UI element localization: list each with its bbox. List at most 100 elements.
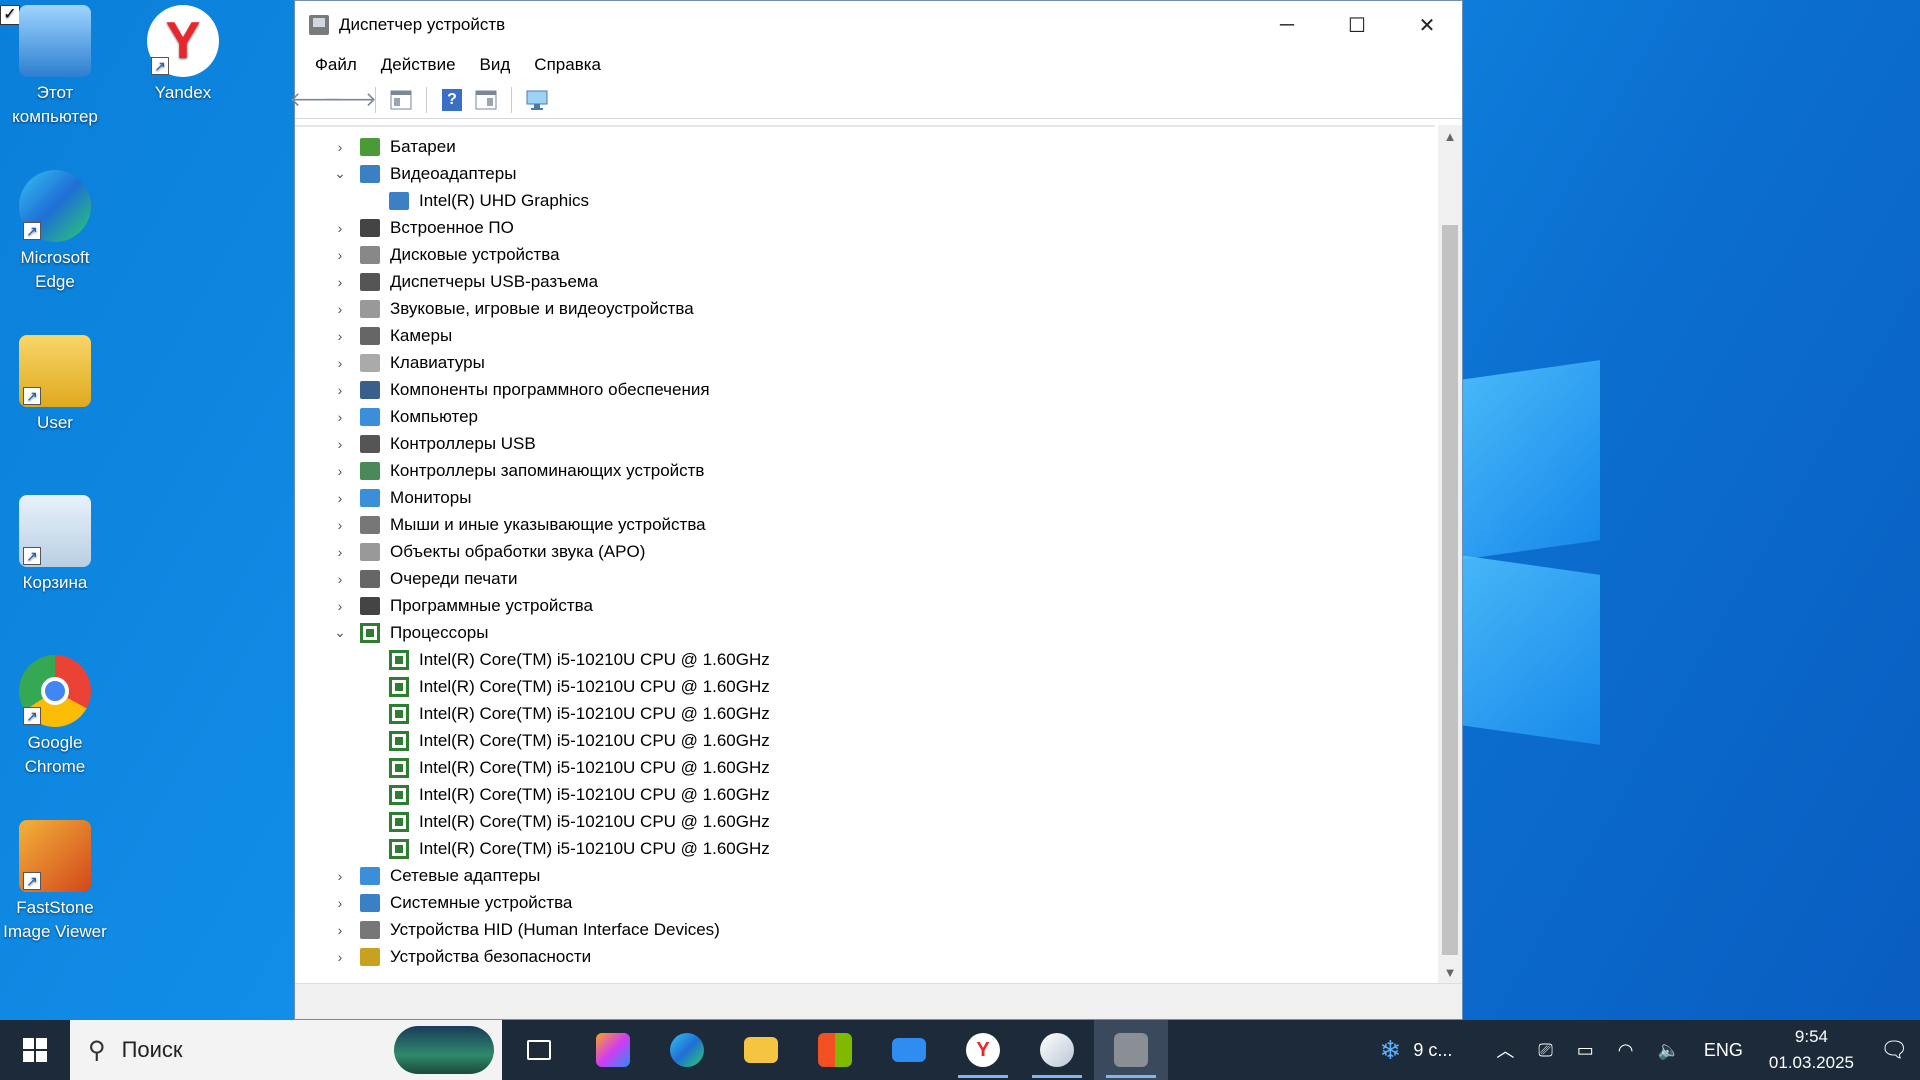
language-indicator[interactable]: ENG bbox=[1692, 1040, 1755, 1061]
expand-chevron-icon[interactable]: › bbox=[330, 328, 350, 344]
maximize-button[interactable]: ☐ bbox=[1322, 1, 1392, 49]
minimize-button[interactable]: ─ bbox=[1252, 1, 1322, 49]
taskbar-edge[interactable] bbox=[650, 1020, 724, 1080]
tree-category[interactable]: › Компоненты программного обеспечения bbox=[295, 376, 1435, 403]
battery-icon[interactable]: ▭ bbox=[1565, 1040, 1606, 1061]
expand-chevron-icon[interactable]: › bbox=[330, 868, 350, 884]
tree-device-item[interactable]: Intel(R) Core(TM) i5-10210U CPU @ 1.60GH… bbox=[295, 700, 1435, 727]
tree-category[interactable]: › Звуковые, игровые и видеоустройства bbox=[295, 295, 1435, 322]
desktop-icon[interactable]: ↗ Microsoft Edge bbox=[0, 170, 110, 294]
collapse-chevron-icon[interactable]: ⌄ bbox=[330, 165, 350, 182]
desktop-icon[interactable]: ✓ Этот компьютер bbox=[0, 5, 110, 129]
menu-view[interactable]: Вид bbox=[468, 55, 523, 75]
scroll-down-arrow[interactable]: ▼ bbox=[1438, 961, 1462, 985]
tree-category[interactable]: › Контроллеры запоминающих устройств bbox=[295, 457, 1435, 484]
expand-chevron-icon[interactable]: › bbox=[330, 490, 350, 506]
tree-category[interactable]: ⌄ Видеоадаптеры bbox=[295, 160, 1435, 187]
desktop-icon[interactable]: ↗ User bbox=[0, 335, 110, 435]
taskbar-device-manager[interactable] bbox=[1094, 1020, 1168, 1080]
taskbar-paint[interactable] bbox=[1020, 1020, 1094, 1080]
tree-device-item[interactable]: Intel(R) Core(TM) i5-10210U CPU @ 1.60GH… bbox=[295, 808, 1435, 835]
expand-chevron-icon[interactable]: › bbox=[330, 220, 350, 236]
show-hidden-icons-chevron-icon[interactable]: ︿ bbox=[1484, 1037, 1526, 1063]
start-button[interactable] bbox=[0, 1020, 70, 1080]
tree-device-item[interactable]: Intel(R) Core(TM) i5-10210U CPU @ 1.60GH… bbox=[295, 835, 1435, 862]
taskbar-copilot[interactable] bbox=[576, 1020, 650, 1080]
tree-category[interactable]: › Компьютер bbox=[295, 403, 1435, 430]
expand-chevron-icon[interactable]: › bbox=[330, 922, 350, 938]
menu-action[interactable]: Действие bbox=[369, 55, 468, 75]
tree-device-item[interactable]: Intel(R) Core(TM) i5-10210U CPU @ 1.60GH… bbox=[295, 754, 1435, 781]
help-button[interactable]: ? bbox=[437, 85, 467, 115]
expand-chevron-icon[interactable]: › bbox=[330, 463, 350, 479]
forward-button[interactable]: 🡒 bbox=[323, 85, 377, 115]
collapse-chevron-icon[interactable]: ⌄ bbox=[330, 624, 350, 641]
notification-center-icon[interactable]: 🗨 bbox=[1868, 1037, 1920, 1063]
vertical-scrollbar[interactable]: ▲ ▼ bbox=[1438, 125, 1462, 985]
tree-category[interactable]: › Мониторы bbox=[295, 484, 1435, 511]
taskbar-yandex[interactable]: Y bbox=[946, 1020, 1020, 1080]
title-bar[interactable]: Диспетчер устройств ─ ☐ ✕ bbox=[295, 1, 1462, 49]
meet-now-icon[interactable]: ⎚ bbox=[1526, 1040, 1564, 1061]
tree-category[interactable]: › Сетевые адаптеры bbox=[295, 862, 1435, 889]
tree-category[interactable]: › Мыши и иные указывающие устройства bbox=[295, 511, 1435, 538]
tree-category[interactable]: › Объекты обработки звука (APO) bbox=[295, 538, 1435, 565]
taskbar-mail[interactable] bbox=[872, 1020, 946, 1080]
tree-device-item[interactable]: Intel(R) Core(TM) i5-10210U CPU @ 1.60GH… bbox=[295, 646, 1435, 673]
expand-chevron-icon[interactable]: › bbox=[330, 301, 350, 317]
clock[interactable]: 9:54 01.03.2025 bbox=[1755, 1024, 1868, 1076]
tree-category[interactable]: › Камеры bbox=[295, 322, 1435, 349]
taskbar-microsoft-store[interactable] bbox=[798, 1020, 872, 1080]
desktop-icon[interactable]: ↗ FastStone Image Viewer bbox=[0, 820, 110, 944]
selection-checkbox[interactable]: ✓ bbox=[0, 5, 20, 25]
menu-help[interactable]: Справка bbox=[522, 55, 613, 75]
expand-chevron-icon[interactable]: › bbox=[330, 436, 350, 452]
show-hide-console-tree-button[interactable] bbox=[386, 85, 416, 115]
expand-chevron-icon[interactable]: › bbox=[330, 598, 350, 614]
scroll-up-arrow[interactable]: ▲ bbox=[1438, 125, 1462, 149]
tree-device-item[interactable]: Intel(R) Core(TM) i5-10210U CPU @ 1.60GH… bbox=[295, 781, 1435, 808]
expand-chevron-icon[interactable]: › bbox=[330, 247, 350, 263]
tree-device-item[interactable]: Intel(R) Core(TM) i5-10210U CPU @ 1.60GH… bbox=[295, 673, 1435, 700]
tree-category[interactable]: › Встроенное ПО bbox=[295, 214, 1435, 241]
expand-chevron-icon[interactable]: › bbox=[330, 409, 350, 425]
tree-device-item[interactable]: Intel(R) UHD Graphics bbox=[295, 187, 1435, 214]
weather-icon[interactable]: ❄ bbox=[1368, 1035, 1414, 1066]
expand-chevron-icon[interactable]: › bbox=[330, 571, 350, 587]
expand-chevron-icon[interactable]: › bbox=[330, 382, 350, 398]
scan-hardware-button[interactable] bbox=[522, 85, 552, 115]
tree-category[interactable]: › Очереди печати bbox=[295, 565, 1435, 592]
tree-device-item[interactable]: Intel(R) Core(TM) i5-10210U CPU @ 1.60GH… bbox=[295, 727, 1435, 754]
tree-category[interactable]: ⌄ Процессоры bbox=[295, 619, 1435, 646]
taskbar-search-box[interactable]: ⚲ Поиск bbox=[70, 1020, 502, 1080]
expand-chevron-icon[interactable]: › bbox=[330, 895, 350, 911]
category-device-icon bbox=[358, 514, 382, 536]
volume-icon[interactable]: 🔈 bbox=[1645, 1040, 1691, 1061]
desktop-icon[interactable]: Y ↗ Yandex bbox=[128, 5, 238, 105]
tree-category[interactable]: › Диспетчеры USB-разъема bbox=[295, 268, 1435, 295]
expand-chevron-icon[interactable]: › bbox=[330, 274, 350, 290]
taskbar-file-explorer[interactable] bbox=[724, 1020, 798, 1080]
expand-chevron-icon[interactable]: › bbox=[330, 139, 350, 155]
expand-chevron-icon[interactable]: › bbox=[330, 949, 350, 965]
expand-chevron-icon[interactable]: › bbox=[330, 355, 350, 371]
tree-category[interactable]: › Системные устройства bbox=[295, 889, 1435, 916]
tree-category[interactable]: › Устройства безопасности bbox=[295, 943, 1435, 970]
expand-chevron-icon[interactable]: › bbox=[330, 544, 350, 560]
desktop-icon[interactable]: ↗ Google Chrome bbox=[0, 655, 110, 779]
task-view-button[interactable] bbox=[502, 1020, 576, 1080]
tree-category[interactable]: › Устройства HID (Human Interface Devices… bbox=[295, 916, 1435, 943]
tree-category[interactable]: › Контроллеры USB bbox=[295, 430, 1435, 457]
tree-category[interactable]: › Дисковые устройства bbox=[295, 241, 1435, 268]
tree-category[interactable]: › Программные устройства bbox=[295, 592, 1435, 619]
weather-text[interactable]: 9 с... bbox=[1413, 1040, 1464, 1061]
menu-file[interactable]: Файл bbox=[303, 55, 369, 75]
properties-button[interactable] bbox=[471, 85, 501, 115]
tree-category[interactable]: › Батареи bbox=[295, 133, 1435, 160]
tree-category[interactable]: › Клавиатуры bbox=[295, 349, 1435, 376]
close-button[interactable]: ✕ bbox=[1392, 1, 1462, 49]
scrollbar-thumb[interactable] bbox=[1442, 225, 1458, 955]
desktop-icon[interactable]: ↗ Корзина bbox=[0, 495, 110, 595]
wifi-icon[interactable]: ◠ bbox=[1606, 1040, 1646, 1061]
expand-chevron-icon[interactable]: › bbox=[330, 517, 350, 533]
